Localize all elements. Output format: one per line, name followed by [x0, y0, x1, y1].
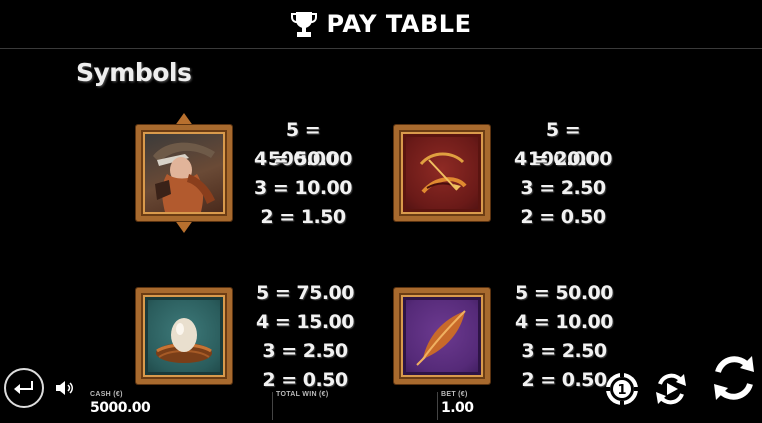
divider [437, 392, 438, 420]
symbol-tile-warrior [136, 113, 232, 233]
bet-value: 1.00 [441, 400, 474, 416]
warrior-art [145, 134, 223, 212]
pay-value: 4 = 50.00 [254, 148, 352, 170]
divider [272, 392, 273, 420]
bottom-bar: CASH (€) 5000.00 TOTAL WIN (€) BET (€) 1… [0, 356, 762, 423]
autoplay-button[interactable] [652, 370, 690, 408]
pay-value: 2 = 1.50 [260, 206, 346, 228]
pay-value: 5 = 75.00 [256, 282, 354, 304]
trophy-icon [290, 12, 317, 37]
pay-value: 4 = 10.00 [515, 311, 613, 333]
pay-value: 5 = 100.00 [527, 119, 599, 170]
pay-value: 4 = 15.00 [256, 311, 354, 333]
paylist-warrior: 5 = 500.00 4 = 50.00 3 = 10.00 2 = 1.50 [248, 116, 358, 232]
speaker-icon [56, 381, 65, 395]
section-title: Symbols [76, 58, 192, 87]
pay-value: 3 = 2.50 [520, 177, 606, 199]
bet-label: BET (€) [441, 391, 468, 398]
spin-button[interactable] [708, 352, 760, 404]
bow-arrow-icon [419, 152, 467, 194]
paytable-header: PAY TABLE [0, 0, 762, 49]
chip-icon: 1 [617, 383, 626, 398]
warrior-woman-icon [153, 142, 215, 212]
cash-display: CASH (€) 5000.00 [90, 390, 151, 417]
bow-art [403, 134, 481, 212]
cash-value: 5000.00 [90, 400, 151, 416]
symbol-tile-bow [394, 125, 490, 221]
bet-chip-button[interactable]: 1 [604, 371, 640, 407]
pay-value: 2 = 0.50 [520, 206, 606, 228]
paytable-screen: PAY TABLE Symbols 5 = 500.00 4 = 50.00 3… [0, 0, 762, 423]
autoplay-icon [667, 383, 678, 395]
page-title: PAY TABLE [326, 10, 472, 38]
bet-display: BET (€) 1.00 [441, 390, 474, 417]
pay-value: 4 = 20.00 [514, 148, 612, 170]
back-button[interactable] [4, 368, 44, 408]
return-arrow-icon [14, 381, 33, 394]
cash-label: CASH (€) [90, 391, 123, 398]
total-win-label: TOTAL WIN (€) [276, 391, 329, 398]
sound-toggle-button[interactable] [55, 379, 75, 397]
pay-value: 5 = 500.00 [267, 119, 339, 170]
pay-value: 3 = 10.00 [254, 177, 352, 199]
paylist-bow: 5 = 100.00 4 = 20.00 3 = 2.50 2 = 0.50 [508, 116, 618, 232]
total-win-display: TOTAL WIN (€) [276, 390, 329, 399]
pay-value: 5 = 50.00 [515, 282, 613, 304]
